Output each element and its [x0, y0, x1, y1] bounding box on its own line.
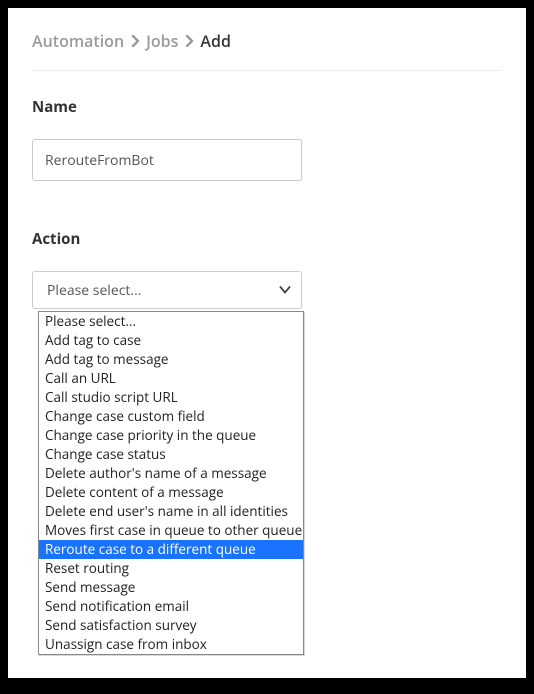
- name-label: Name: [32, 97, 502, 117]
- page-frame: Automation Jobs Add Name Action Please s…: [8, 8, 526, 678]
- breadcrumb: Automation Jobs Add: [32, 30, 502, 52]
- chevron-down-icon: [279, 281, 291, 300]
- name-input[interactable]: [32, 139, 302, 181]
- action-option[interactable]: Change case status: [39, 445, 303, 464]
- divider: [32, 70, 502, 71]
- action-dropdown[interactable]: Please select...Add tag to caseAdd tag t…: [38, 311, 304, 655]
- action-option[interactable]: Please select...: [39, 312, 303, 331]
- action-option[interactable]: Change case custom field: [39, 407, 303, 426]
- action-option[interactable]: Moves first case in queue to other queue: [39, 521, 303, 540]
- action-option[interactable]: Delete content of a message: [39, 483, 303, 502]
- chevron-right-icon: [184, 35, 194, 47]
- action-option[interactable]: Delete end user's name in all identities: [39, 502, 303, 521]
- action-select[interactable]: Please select...: [32, 271, 302, 309]
- breadcrumb-item-add: Add: [200, 30, 231, 52]
- chevron-right-icon: [130, 35, 140, 47]
- action-option[interactable]: Change case priority in the queue: [39, 426, 303, 445]
- action-option[interactable]: Unassign case from inbox: [39, 635, 303, 654]
- breadcrumb-item-jobs[interactable]: Jobs: [146, 30, 178, 52]
- action-option[interactable]: Delete author's name of a message: [39, 464, 303, 483]
- action-option[interactable]: Reroute case to a different queue: [39, 540, 303, 559]
- action-option[interactable]: Call studio script URL: [39, 388, 303, 407]
- action-option[interactable]: Reset routing: [39, 559, 303, 578]
- action-label: Action: [32, 229, 502, 249]
- breadcrumb-item-automation[interactable]: Automation: [32, 30, 124, 52]
- action-option[interactable]: Add tag to message: [39, 350, 303, 369]
- action-option[interactable]: Call an URL: [39, 369, 303, 388]
- action-option[interactable]: Send satisfaction survey: [39, 616, 303, 635]
- action-option[interactable]: Send message: [39, 578, 303, 597]
- action-option[interactable]: Send notification email: [39, 597, 303, 616]
- action-option[interactable]: Add tag to case: [39, 331, 303, 350]
- action-select-value: Please select...: [47, 281, 141, 300]
